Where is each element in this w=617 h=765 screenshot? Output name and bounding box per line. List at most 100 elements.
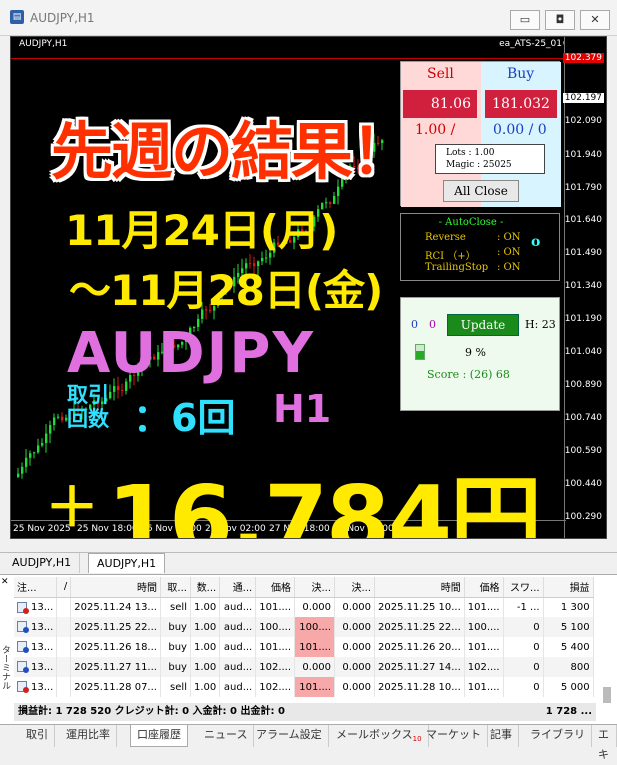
table-row[interactable]: 13... 2025.11.28 07... sell 1.00 aud... 102..… <box>14 677 594 697</box>
buy-label: Buy <box>507 66 535 82</box>
terminal-tab[interactable]: マーケット <box>420 725 488 747</box>
col-order[interactable]: 注... <box>14 577 58 598</box>
table-row[interactable]: 13... 2025.11.24 13... sell 1.00 aud... 101..… <box>14 597 594 617</box>
price-chart[interactable]: AUDJPY,H1 ea_ATS-25_01 ☹ 102.379 102.197… <box>10 36 607 539</box>
price-axis: 102.379 102.197 102.090 101.940 101.790 … <box>562 37 606 538</box>
window-titlebar: ▤ AUDJPY,H1 ▭ ◘ ✕ <box>0 0 617 36</box>
terminal-tab[interactable]: エキ <box>592 725 617 761</box>
col-tp[interactable]: 決... <box>334 577 376 598</box>
order-cell: 13... <box>14 657 58 677</box>
terminal-tab-label: アラーム設定 <box>256 728 322 741</box>
order-cell: 13... <box>14 637 58 657</box>
profit-cell: 5 400 <box>543 637 594 657</box>
terminal-tab-label: メールボックス <box>336 728 413 741</box>
table-header: 注... / 時間 取... 数... 通... 価格 決... 決... 時間… <box>14 577 594 598</box>
count-purple: 0 <box>429 318 436 331</box>
minimize-button[interactable]: ▭ <box>510 10 540 30</box>
all-close-button[interactable]: All Close <box>443 180 519 202</box>
col-type[interactable]: 取... <box>160 577 191 598</box>
price-label: 101.640 <box>564 215 602 225</box>
price-label: 100.740 <box>564 413 602 423</box>
sym-cell: aud... <box>219 617 257 637</box>
col-close-time[interactable]: 時間 <box>374 577 465 598</box>
scrollbar[interactable] <box>603 687 611 703</box>
vol-cell: 1.00 <box>190 657 221 677</box>
autoclose-row: RCI （+） : ON <box>425 247 521 262</box>
autoclose-label: RCI （+） <box>425 251 476 262</box>
price-label: 100.590 <box>564 446 602 456</box>
bid-line <box>11 58 564 59</box>
buy-price-button[interactable]: 181.032 <box>485 90 557 118</box>
maximize-button[interactable]: ◘ <box>545 10 575 30</box>
terminal-tab-label: 記事 <box>490 728 512 741</box>
price-cell: 102.... <box>255 677 296 697</box>
cprice-cell: 101.... <box>464 637 504 657</box>
score-text: Score : (26) 68 <box>427 368 510 381</box>
price-label: 100.440 <box>564 479 602 489</box>
autoclose-row: TrailingStop : ON <box>425 262 521 273</box>
sym-cell: aud... <box>219 637 257 657</box>
vol-cell: 1.00 <box>190 637 221 657</box>
terminal-tab[interactable]: 運用比率 <box>60 725 117 747</box>
swap-cell: 0 <box>503 677 544 697</box>
ctime-cell: 2025.11.26 20... <box>374 637 465 657</box>
col-volume[interactable]: 数... <box>190 577 221 598</box>
order-cell: 13... <box>14 617 58 637</box>
col-price[interactable]: 価格 <box>255 577 296 598</box>
col-symbol[interactable]: 通... <box>219 577 257 598</box>
price-label: 101.490 <box>564 248 602 258</box>
close-icon[interactable]: ✕ <box>1 577 11 587</box>
summary-text: 損益計: 1 728 520 クレジット計: 0 入金計: 0 出金計: 0 <box>18 706 285 717</box>
summary-total: 1 728 ... <box>545 706 592 717</box>
candle-body <box>29 453 32 458</box>
candle-body <box>17 473 20 477</box>
ctime-cell: 2025.11.27 14... <box>374 657 465 677</box>
table-row[interactable]: 13... 2025.11.25 22... buy 1.00 aud... 100...… <box>14 617 594 637</box>
cprice-cell: 102.... <box>464 657 504 677</box>
overlay-timeframe: H1 <box>273 387 332 431</box>
col-swap[interactable]: スワ... <box>503 577 544 598</box>
price-cell: 102.... <box>255 657 296 677</box>
candle-body <box>61 416 64 421</box>
chart-tab-active[interactable]: AUDJPY,H1 <box>88 553 166 573</box>
score-progress-fill <box>416 350 424 359</box>
col-time[interactable]: 時間 <box>70 577 161 598</box>
price-label: 102.090 <box>564 116 602 126</box>
candle-body <box>33 452 36 454</box>
candle-body <box>37 445 40 453</box>
autoclose-value: : ON <box>497 232 521 243</box>
overlay-profit: 16,784円 <box>107 466 542 539</box>
table-row[interactable]: 13... 2025.11.27 11... buy 1.00 aud... 102...… <box>14 657 594 677</box>
terminal-tab[interactable]: ニュース <box>198 725 255 747</box>
ctime-cell: 2025.11.28 10... <box>374 677 465 697</box>
count-blue: 0 <box>411 318 418 331</box>
spacer-cell <box>56 677 72 697</box>
price-label-bid: 102.197 <box>562 93 604 103</box>
magic-text: Magic : 25025 <box>446 160 512 170</box>
sell-price-button[interactable]: 81.06 <box>403 90 477 118</box>
update-button[interactable]: Update <box>447 314 519 336</box>
buy-position: 0.00 / 0 <box>493 122 547 138</box>
overlay-date-end: ～11月28日(金) <box>69 266 383 315</box>
terminal-panel: ✕ ターミナル 注... / 時間 取... 数... 通... 価格 決...… <box>0 574 617 748</box>
terminal-tab[interactable]: 記事 <box>484 725 519 747</box>
terminal-tab[interactable]: メールボックス10 <box>330 725 429 747</box>
col-sl[interactable]: 決... <box>294 577 336 598</box>
terminal-tab[interactable]: 口座履歴 <box>130 725 188 747</box>
terminal-tab[interactable]: ライブラリ <box>524 725 592 747</box>
profit-cell: 5 100 <box>543 617 594 637</box>
terminal-tab[interactable]: 取引 <box>20 725 55 747</box>
col-close-price[interactable]: 価格 <box>464 577 504 598</box>
terminal-tab[interactable]: アラーム設定 <box>250 725 329 747</box>
price-cell: 101.... <box>255 637 296 657</box>
table-row[interactable]: 13... 2025.11.26 18... buy 1.00 aud... 101...… <box>14 637 594 657</box>
price-label: 101.940 <box>564 150 602 160</box>
col-profit[interactable]: 損益 <box>543 577 594 598</box>
type-cell: buy <box>160 617 191 637</box>
sell-order-icon <box>17 681 29 694</box>
col-sort[interactable]: / <box>56 577 72 598</box>
terminal-tab-label: マーケット <box>426 728 481 741</box>
chart-tab[interactable]: AUDJPY,H1 <box>4 553 81 573</box>
profit-cell: 800 <box>543 657 594 677</box>
close-button[interactable]: ✕ <box>580 10 610 30</box>
